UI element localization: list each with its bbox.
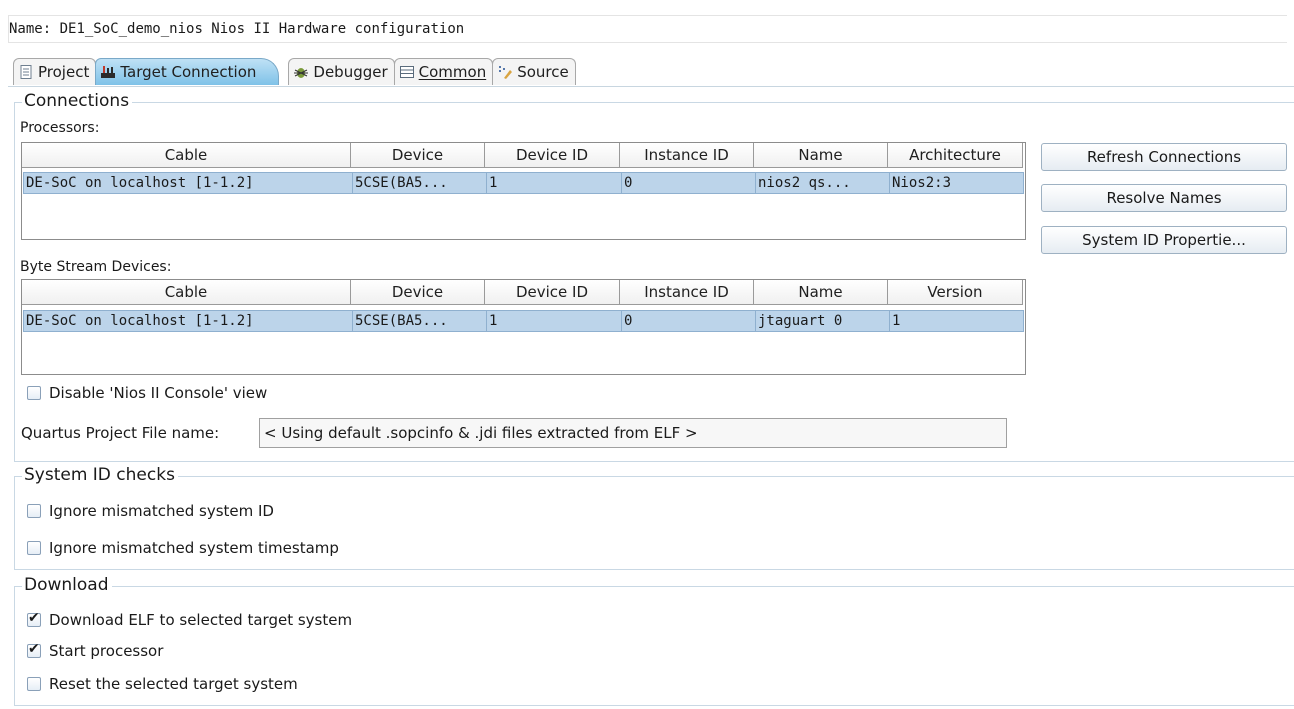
cell-instance-id: 0 xyxy=(622,311,756,331)
checkbox-box[interactable]: ✔ xyxy=(27,610,41,627)
system-id-title: System ID checks xyxy=(22,465,178,485)
disable-console-label: Disable 'Nios II Console' view xyxy=(49,384,268,402)
byte-stream-table-header: Cable Device Device ID Instance ID Name … xyxy=(22,280,1023,306)
col-instance-id[interactable]: Instance ID xyxy=(620,143,754,168)
tab-bar: Project Target Connection Debugger Commo… xyxy=(13,58,576,86)
cell-version: 1 xyxy=(892,313,901,329)
connections-title: Connections xyxy=(22,91,133,111)
checkbox-box[interactable] xyxy=(27,504,41,518)
bug-icon xyxy=(293,64,309,80)
cell-name: nios2 qs... xyxy=(756,173,890,193)
download-elf-checkbox[interactable]: ✔ Download ELF to selected target system xyxy=(27,610,353,629)
checkbox-box[interactable] xyxy=(27,541,41,555)
cell-device-id: 1 xyxy=(487,173,622,193)
tab-debugger-label: Debugger xyxy=(313,63,388,81)
col-name[interactable]: Name xyxy=(754,280,888,305)
cell-device-id: 1 xyxy=(487,311,622,331)
col-instance-id[interactable]: Instance ID xyxy=(620,280,754,305)
cell-architecture: Nios2:3 xyxy=(892,175,952,191)
cell-device: 5CSE(BA5... xyxy=(353,311,487,331)
checkmark-icon: ✔ xyxy=(28,641,40,657)
refresh-connections-button[interactable]: Refresh Connections xyxy=(1041,143,1287,171)
start-processor-checkbox[interactable]: ✔ Start processor xyxy=(27,641,164,660)
cell-name: jtaguart 0 xyxy=(756,311,890,331)
col-device[interactable]: Device xyxy=(351,143,485,168)
tab-common-label: Common xyxy=(418,63,487,81)
cell-cable: DE-SoC on localhost [1-1.2] xyxy=(24,173,353,193)
checkmark-icon: ✔ xyxy=(28,610,40,626)
tab-debugger[interactable]: Debugger xyxy=(288,58,395,85)
col-device-id[interactable]: Device ID xyxy=(485,280,620,305)
cell-instance-id: 0 xyxy=(622,173,756,193)
col-name[interactable]: Name xyxy=(754,143,888,168)
tab-target-connection[interactable]: Target Connection xyxy=(95,58,280,85)
byte-stream-table[interactable]: Cable Device Device ID Instance ID Name … xyxy=(21,279,1026,375)
tab-target-connection-label: Target Connection xyxy=(120,63,257,81)
ignore-system-id-label: Ignore mismatched system ID xyxy=(49,502,274,520)
quartus-project-file-field[interactable]: < Using default .sopcinfo & .jdi files e… xyxy=(259,418,1007,448)
ignore-system-id-checkbox[interactable]: Ignore mismatched system ID xyxy=(27,502,274,520)
resolve-names-button[interactable]: Resolve Names xyxy=(1041,184,1287,212)
cell-device: 5CSE(BA5... xyxy=(353,173,487,193)
download-elf-label: Download ELF to selected target system xyxy=(49,611,353,629)
ignore-timestamp-checkbox[interactable]: Ignore mismatched system timestamp xyxy=(27,539,339,557)
start-processor-label: Start processor xyxy=(49,642,164,660)
tab-common[interactable]: Common xyxy=(393,58,494,85)
name-label: Name: xyxy=(9,21,52,37)
reset-target-checkbox[interactable]: Reset the selected target system xyxy=(27,675,298,693)
col-cable[interactable]: Cable xyxy=(22,143,351,168)
col-version[interactable]: Version xyxy=(888,280,1023,305)
checkbox-box[interactable] xyxy=(27,677,41,691)
reset-target-label: Reset the selected target system xyxy=(49,675,298,693)
qpf-label: Quartus Project File name: xyxy=(21,424,220,442)
list-icon xyxy=(399,64,415,80)
cell-cable: DE-SoC on localhost [1-1.2] xyxy=(24,311,353,331)
ignore-timestamp-label: Ignore mismatched system timestamp xyxy=(49,539,339,557)
config-name-field[interactable]: Name: DE1_SoC_demo_nios Nios II Hardware… xyxy=(8,15,1287,43)
col-architecture[interactable]: Architecture xyxy=(888,143,1023,168)
byte-stream-label: Byte Stream Devices: xyxy=(20,259,172,275)
tab-project[interactable]: Project xyxy=(13,58,97,85)
processors-label: Processors: xyxy=(20,120,100,136)
table-row[interactable]: DE-SoC on localhost [1-1.2] 5CSE(BA5... … xyxy=(23,172,1024,194)
checkbox-box[interactable]: ✔ xyxy=(27,641,41,658)
table-row[interactable]: DE-SoC on localhost [1-1.2] 5CSE(BA5... … xyxy=(23,310,1024,332)
download-title: Download xyxy=(22,575,112,595)
tab-divider xyxy=(8,86,1294,87)
tab-source-label: Source xyxy=(517,63,569,81)
processors-table-header: Cable Device Device ID Instance ID Name … xyxy=(22,143,1023,169)
disable-console-checkbox[interactable]: Disable 'Nios II Console' view xyxy=(27,384,267,402)
tab-project-label: Project xyxy=(38,63,90,81)
document-icon xyxy=(18,64,34,80)
config-name-value: DE1_SoC_demo_nios Nios II Hardware confi… xyxy=(59,21,465,37)
source-icon xyxy=(497,64,513,80)
processors-table[interactable]: Cable Device Device ID Instance ID Name … xyxy=(21,142,1026,240)
checkbox-box[interactable] xyxy=(27,386,41,400)
board-icon xyxy=(100,64,116,80)
col-device[interactable]: Device xyxy=(351,280,485,305)
col-cable[interactable]: Cable xyxy=(22,280,351,305)
col-device-id[interactable]: Device ID xyxy=(485,143,620,168)
system-id-properties-button[interactable]: System ID Propertie... xyxy=(1041,226,1287,254)
tab-source[interactable]: Source xyxy=(492,58,576,85)
